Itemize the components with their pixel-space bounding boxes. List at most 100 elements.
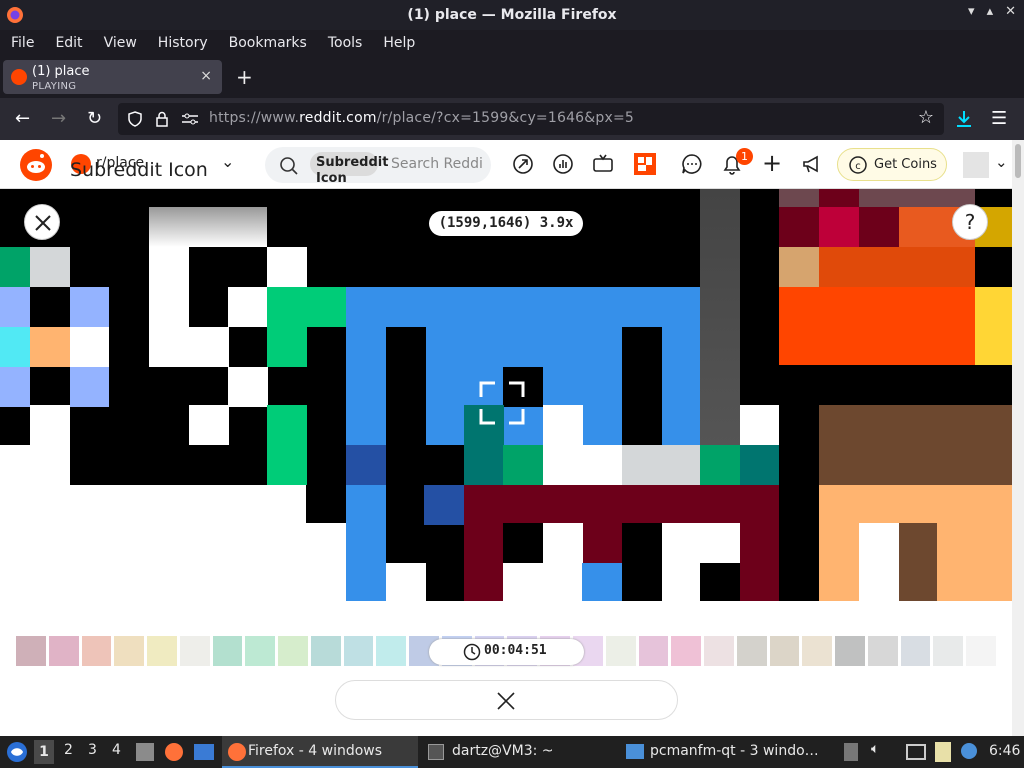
palette-swatch[interactable] xyxy=(802,636,833,666)
place-canvas[interactable]: (1599,1646) 3.9x ? xyxy=(0,189,1012,620)
user-avatar[interactable] xyxy=(963,152,989,178)
taskbar-filemanager-label: pcmanfm-qt - 3 windo… xyxy=(650,743,819,759)
new-tab-button[interactable]: + xyxy=(236,65,253,89)
tab-close-icon[interactable]: × xyxy=(200,68,212,84)
page-scrollbar[interactable] xyxy=(1012,140,1024,736)
palette-swatch[interactable] xyxy=(736,636,767,666)
navigation-bar: ← → ↻ https://www.reddit.com/r/place/?cx… xyxy=(0,98,1024,140)
palette-swatch[interactable] xyxy=(16,636,46,666)
place-icon[interactable] xyxy=(633,152,657,176)
palette-swatch[interactable] xyxy=(245,636,276,666)
menu-help[interactable]: Help xyxy=(383,35,415,51)
live-video-icon[interactable] xyxy=(592,153,614,175)
palette-swatch[interactable] xyxy=(114,636,145,666)
cancel-placement-button[interactable] xyxy=(335,680,678,720)
stats-icon[interactable] xyxy=(552,153,574,175)
tab-playing-label: PLAYING xyxy=(32,81,77,92)
popular-icon[interactable] xyxy=(512,153,534,175)
updates-icon[interactable] xyxy=(844,743,858,761)
tab-strip: (1) place PLAYING × + xyxy=(0,56,1024,98)
palette-swatch[interactable] xyxy=(343,636,374,666)
notifications-icon[interactable] xyxy=(961,743,977,759)
user-menu-chevron-icon[interactable]: ⌄ xyxy=(995,153,1008,171)
scrollbar-thumb[interactable] xyxy=(1015,144,1021,178)
file-manager-launcher-icon[interactable] xyxy=(136,743,154,761)
community-dropdown-icon[interactable]: ⌄ xyxy=(221,152,234,171)
taskbar-terminal[interactable]: dartz@VM3: ~ xyxy=(422,736,618,768)
get-coins-button[interactable]: c Get Coins xyxy=(837,148,947,181)
network-icon[interactable] xyxy=(906,744,926,760)
palette-swatch[interactable] xyxy=(212,636,243,666)
menu-view[interactable]: View xyxy=(104,35,137,51)
clock-icon xyxy=(463,643,481,661)
shield-icon[interactable] xyxy=(127,111,143,127)
workspace-4[interactable]: 4 xyxy=(112,742,121,758)
chat-icon[interactable] xyxy=(681,153,703,175)
palette-swatch[interactable] xyxy=(835,636,865,666)
minimize-icon[interactable]: ▾ xyxy=(968,4,975,19)
permissions-icon[interactable] xyxy=(181,112,199,126)
bookmark-star-icon[interactable]: ☆ xyxy=(918,107,934,128)
palette-swatch[interactable] xyxy=(638,636,669,666)
search-chip-label: Subreddit Icon xyxy=(316,155,389,186)
palette-swatch[interactable] xyxy=(376,636,407,666)
palette-swatch[interactable] xyxy=(900,636,931,666)
palette-swatch[interactable] xyxy=(605,636,636,666)
close-place-button[interactable] xyxy=(24,204,60,240)
palette-swatch[interactable] xyxy=(671,636,702,666)
url-bar[interactable]: https://www.reddit.com/r/place/?cx=1599&… xyxy=(118,103,944,135)
coin-icon: c xyxy=(849,156,867,174)
help-icon[interactable]: ? xyxy=(952,204,988,240)
search-icon xyxy=(280,157,298,175)
firefox-icon xyxy=(7,7,23,23)
palette-swatch[interactable] xyxy=(48,636,79,666)
palette-swatch[interactable] xyxy=(179,636,210,666)
pixel-canvas[interactable] xyxy=(0,189,1012,620)
palette-swatch[interactable] xyxy=(310,636,341,666)
palette-swatch[interactable] xyxy=(81,636,112,666)
reddit-logo-icon[interactable] xyxy=(19,148,53,182)
lock-icon[interactable] xyxy=(154,111,170,127)
close-window-icon[interactable]: ✕ xyxy=(1005,4,1016,19)
forward-icon[interactable]: → xyxy=(51,108,66,129)
menu-bookmarks[interactable]: Bookmarks xyxy=(229,35,307,51)
clipboard-icon[interactable] xyxy=(935,742,951,762)
search-bar[interactable]: Subreddit Icon Search Reddi xyxy=(265,147,491,186)
volume-icon[interactable]: 🔈︎ xyxy=(871,741,879,757)
back-icon[interactable]: ← xyxy=(15,108,30,129)
taskbar-terminal-label: dartz@VM3: ~ xyxy=(452,743,554,759)
get-coins-label: Get Coins xyxy=(874,157,937,172)
workspace-3[interactable]: 3 xyxy=(88,742,97,758)
menu-file[interactable]: File xyxy=(11,35,34,51)
menu-bar: File Edit View History Bookmarks Tools H… xyxy=(0,30,1024,56)
palette-swatch[interactable] xyxy=(933,636,964,666)
firefox-icon xyxy=(228,743,246,761)
url-path: /r/place/?cx=1599&cy=1646&px=5 xyxy=(376,110,635,126)
folder-icon xyxy=(626,744,644,759)
taskbar-firefox[interactable]: Firefox - 4 windows xyxy=(222,736,418,768)
menu-history[interactable]: History xyxy=(158,35,208,51)
start-menu-icon[interactable] xyxy=(6,741,28,763)
maximize-icon[interactable]: ▴ xyxy=(987,4,994,19)
terminal-icon xyxy=(428,744,444,760)
palette-swatch[interactable] xyxy=(966,636,996,666)
url-prefix: https://www. xyxy=(209,110,300,126)
palette-swatch[interactable] xyxy=(704,636,734,666)
firefox-launcher-icon[interactable] xyxy=(165,743,183,761)
workspace-2[interactable]: 2 xyxy=(64,742,73,758)
palette-swatch[interactable] xyxy=(278,636,308,666)
advertise-megaphone-icon[interactable] xyxy=(801,153,823,175)
palette-swatch[interactable] xyxy=(147,636,177,666)
download-icon[interactable] xyxy=(955,109,973,129)
hamburger-menu-icon[interactable]: ☰ xyxy=(991,108,1007,129)
desktop-launcher-icon[interactable] xyxy=(194,744,214,760)
create-post-icon[interactable]: + xyxy=(762,149,782,177)
workspace-1[interactable]: 1 xyxy=(34,740,54,764)
menu-edit[interactable]: Edit xyxy=(55,35,82,51)
tab-place[interactable]: (1) place PLAYING × xyxy=(3,60,222,94)
palette-swatch[interactable] xyxy=(867,636,898,666)
reload-icon[interactable]: ↻ xyxy=(87,108,102,129)
taskbar-filemanager[interactable]: pcmanfm-qt - 3 windo… xyxy=(622,736,822,768)
menu-tools[interactable]: Tools xyxy=(328,35,363,51)
palette-swatch[interactable] xyxy=(769,636,800,666)
